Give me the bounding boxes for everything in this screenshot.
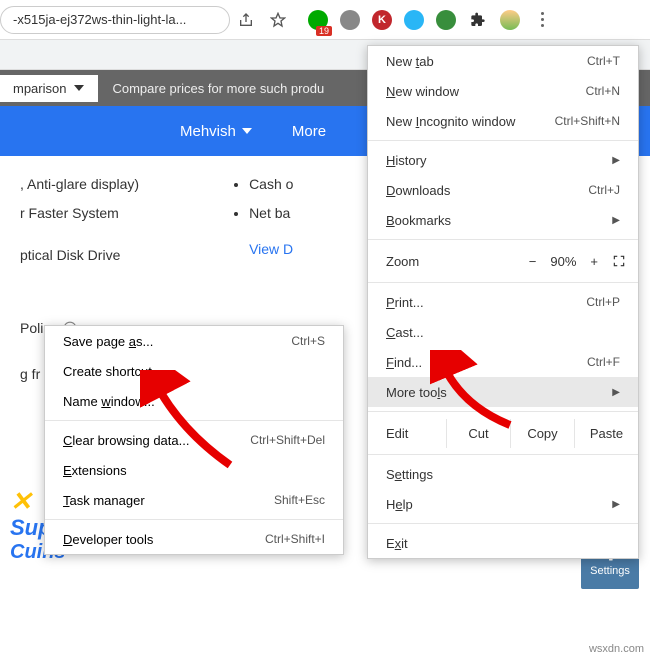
menu-settings[interactable]: Settings bbox=[368, 459, 638, 489]
annotation-arrow-2 bbox=[140, 370, 240, 470]
menu-new-tab[interactable]: New tabCtrl+T bbox=[368, 46, 638, 76]
zoom-in-button[interactable]: + bbox=[590, 254, 598, 269]
promo-text: Compare prices for more such produ bbox=[112, 81, 324, 96]
submenu-save-page[interactable]: Save page as...Ctrl+S bbox=[45, 326, 343, 356]
svg-text:✕: ✕ bbox=[10, 486, 33, 516]
menu-bookmarks[interactable]: Bookmarks▶ bbox=[368, 205, 638, 235]
feature-item: Net ba bbox=[249, 199, 293, 228]
submenu-task-manager[interactable]: Task managerShift+Esc bbox=[45, 485, 343, 515]
watermark: wsxdn.com bbox=[589, 643, 644, 655]
share-icon[interactable] bbox=[234, 8, 258, 32]
menu-help[interactable]: Help▶ bbox=[368, 489, 638, 519]
ext-icon-4[interactable] bbox=[402, 8, 426, 32]
chrome-main-menu: New tabCtrl+T New windowCtrl+N New Incog… bbox=[367, 45, 639, 559]
zoom-out-button[interactable]: − bbox=[529, 254, 537, 269]
menu-dots-icon[interactable] bbox=[530, 8, 554, 32]
menu-downloads[interactable]: DownloadsCtrl+J bbox=[368, 175, 638, 205]
feature-item: ptical Disk Drive bbox=[20, 241, 139, 270]
ext-icon-5[interactable] bbox=[434, 8, 458, 32]
ext-icon-1[interactable]: 19 bbox=[306, 8, 330, 32]
fullscreen-icon[interactable] bbox=[612, 254, 626, 268]
ext-icon-3[interactable]: K bbox=[370, 8, 394, 32]
more-menu[interactable]: More bbox=[292, 123, 326, 140]
profile-icon[interactable] bbox=[498, 8, 522, 32]
menu-exit[interactable]: Exit bbox=[368, 528, 638, 558]
annotation-arrow-1 bbox=[430, 350, 520, 430]
puzzle-icon[interactable] bbox=[466, 8, 490, 32]
extensions-row: 19 K bbox=[302, 8, 558, 32]
star-icon[interactable] bbox=[266, 8, 290, 32]
address-bar[interactable]: -x515ja-ej372ws-thin-light-la... bbox=[0, 6, 230, 34]
submenu-developer-tools[interactable]: Developer toolsCtrl+Shift+I bbox=[45, 524, 343, 554]
menu-new-window[interactable]: New windowCtrl+N bbox=[368, 76, 638, 106]
browser-toolbar: -x515ja-ej372ws-thin-light-la... 19 K bbox=[0, 0, 650, 40]
comparison-button[interactable]: mparison bbox=[0, 75, 98, 102]
zoom-level: 90% bbox=[550, 254, 576, 269]
menu-incognito[interactable]: New Incognito windowCtrl+Shift+N bbox=[368, 106, 638, 136]
menu-cast[interactable]: Cast... bbox=[368, 317, 638, 347]
ext-icon-2[interactable] bbox=[338, 8, 362, 32]
menu-print[interactable]: Print...Ctrl+P bbox=[368, 287, 638, 317]
feature-item: , Anti-glare display) bbox=[20, 170, 139, 199]
feature-item: Cash o bbox=[249, 170, 293, 199]
menu-zoom: Zoom − 90% + bbox=[368, 244, 638, 278]
edit-paste[interactable]: Paste bbox=[574, 419, 638, 448]
view-link[interactable]: View D bbox=[249, 235, 293, 264]
feature-item: r Faster System bbox=[20, 199, 139, 228]
user-menu[interactable]: Mehvish bbox=[180, 123, 252, 140]
menu-history[interactable]: History▶ bbox=[368, 145, 638, 175]
